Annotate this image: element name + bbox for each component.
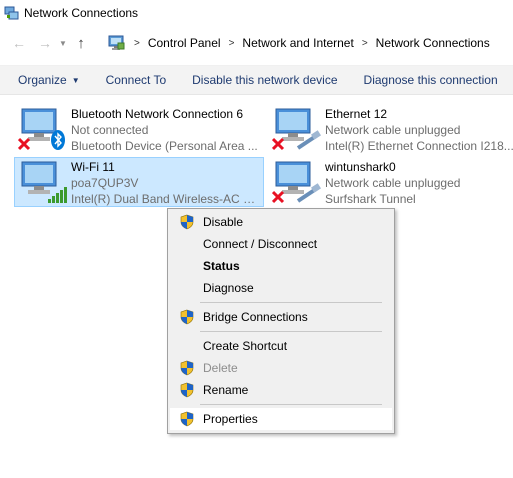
menu-item-label: Disable (203, 215, 244, 229)
back-button[interactable]: ← (8, 32, 30, 54)
window-title: Network Connections (24, 6, 139, 20)
menu-item-rename[interactable]: Rename (170, 379, 392, 401)
error-x-icon (272, 137, 285, 151)
title-bar: Network Connections (0, 0, 513, 26)
connect-to-label: Connect To (105, 73, 167, 87)
breadcrumb-separator[interactable]: > (229, 38, 235, 49)
connection-device: Bluetooth Device (Personal Area ... (71, 139, 258, 153)
connection-status: Not connected (71, 123, 149, 137)
menu-item-label: Status (203, 259, 240, 273)
menu-item-label: Rename (203, 383, 249, 397)
connection-text: Ethernet 12 Network cable unplugged Inte… (325, 106, 513, 154)
diagnose-button[interactable]: Diagnose this connection (355, 66, 507, 94)
menu-item-label: Create Shortcut (203, 339, 288, 353)
breadcrumb-network-and-internet[interactable]: Network and Internet (242, 36, 353, 50)
breadcrumb-separator: > (134, 37, 140, 49)
menu-item-create-shortcut[interactable]: Create Shortcut (170, 335, 392, 357)
menu-separator (200, 302, 382, 303)
menu-item-bridge-connections[interactable]: Bridge Connections (170, 306, 392, 328)
context-menu: Disable Connect / Disconnect Status Diag… (167, 208, 395, 434)
connection-name: Wi-Fi 11 (71, 160, 115, 174)
menu-item-diagnose[interactable]: Diagnose (170, 277, 392, 299)
network-adapter-icon (272, 161, 321, 204)
arrow-left-icon: ← (12, 35, 26, 51)
disable-device-button[interactable]: Disable this network device (183, 66, 346, 94)
menu-item-label: Bridge Connections (203, 310, 308, 324)
network-adapter-icon (272, 108, 321, 151)
menu-item-status[interactable]: Status (170, 255, 392, 277)
wifi-signal-icon (48, 187, 67, 203)
uac-shield-icon (180, 309, 194, 325)
connection-ethernet-12[interactable]: Ethernet 12 Network cable unplugged Inte… (268, 104, 513, 154)
connection-name: Ethernet 12 (325, 107, 388, 121)
connection-text: wintunshark0 Network cable unplugged Sur… (325, 159, 513, 207)
organize-label: Organize (18, 73, 67, 87)
connection-status: Network cable unplugged (325, 176, 461, 190)
network-connections-icon (4, 6, 19, 20)
breadcrumb-separator[interactable]: > (362, 38, 368, 49)
uac-shield-icon (180, 360, 194, 376)
connection-device: Surfshark Tunnel (325, 192, 416, 206)
caret-down-icon: ▼ (71, 75, 80, 85)
connection-text: Wi-Fi 11 poa7QUP3V Intel(R) Dual Band Wi… (71, 159, 261, 207)
connection-device: Intel(R) Ethernet Connection I218... (325, 139, 513, 153)
menu-item-disable[interactable]: Disable (170, 211, 392, 233)
breadcrumb-network-connections[interactable]: Network Connections (376, 36, 490, 50)
menu-item-properties[interactable]: Properties (170, 408, 392, 430)
network-adapter-icon (21, 161, 67, 203)
connection-status: Network cable unplugged (325, 123, 461, 137)
breadcrumb-control-panel[interactable]: Control Panel (148, 36, 221, 50)
connection-wifi-11[interactable]: Wi-Fi 11 poa7QUP3V Intel(R) Dual Band Wi… (14, 157, 264, 207)
address-bar[interactable]: > Control Panel > Network and Internet >… (104, 29, 513, 57)
uac-shield-icon (180, 214, 194, 230)
up-button[interactable]: ↑ (70, 32, 92, 54)
menu-separator (200, 404, 382, 405)
chevron-down-icon: ▼ (59, 38, 67, 48)
connection-text: Bluetooth Network Connection 6 Not conne… (71, 106, 261, 154)
menu-item-label: Delete (203, 361, 238, 375)
command-bar: Organize ▼ Connect To Disable this netwo… (0, 65, 513, 95)
diagnose-label: Diagnose this connection (363, 73, 498, 87)
navigation-bar: ← → ▼ ↑ > Control Panel > Network and In… (0, 29, 513, 57)
disable-device-label: Disable this network device (192, 73, 338, 87)
connection-name: Bluetooth Network Connection 6 (71, 107, 244, 121)
menu-item-delete[interactable]: Delete (170, 357, 392, 379)
connection-device: Intel(R) Dual Band Wireless-AC 72... (71, 192, 261, 206)
arrow-up-icon: ↑ (77, 34, 85, 52)
organize-button[interactable]: Organize ▼ (0, 66, 89, 94)
arrow-right-icon: → (38, 35, 52, 51)
connection-bluetooth[interactable]: Bluetooth Network Connection 6 Not conne… (14, 104, 264, 154)
menu-separator (200, 331, 382, 332)
error-x-icon (18, 137, 31, 151)
connect-to-button[interactable]: Connect To (97, 66, 176, 94)
menu-item-label: Connect / Disconnect (203, 237, 318, 251)
menu-item-label: Diagnose (203, 281, 254, 295)
bluetooth-icon (51, 130, 65, 150)
connection-status: poa7QUP3V (71, 176, 139, 190)
forward-button[interactable]: → (34, 32, 56, 54)
recent-locations-button[interactable]: ▼ (56, 32, 70, 54)
uac-shield-icon (180, 382, 194, 398)
menu-item-connect-disconnect[interactable]: Connect / Disconnect (170, 233, 392, 255)
connection-wintunshark0[interactable]: wintunshark0 Network cable unplugged Sur… (268, 157, 513, 207)
control-panel-icon (108, 35, 125, 50)
error-x-icon (272, 190, 285, 204)
network-adapter-icon (18, 108, 65, 151)
connection-name: wintunshark0 (325, 160, 396, 174)
menu-item-label: Properties (203, 412, 258, 426)
uac-shield-icon (180, 411, 194, 427)
